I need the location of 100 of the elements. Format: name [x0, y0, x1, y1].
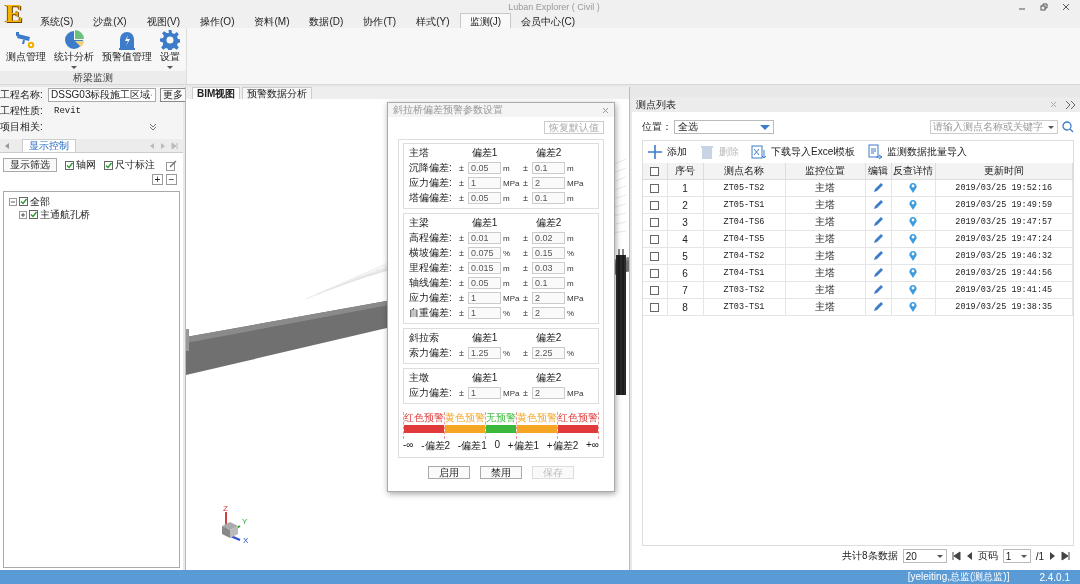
edit-icon[interactable]: [872, 233, 884, 246]
value-input[interactable]: 0.05: [468, 192, 501, 204]
checkbox[interactable]: [104, 160, 113, 170]
filter-button[interactable]: 显示筛选: [3, 158, 57, 172]
last-page-icon[interactable]: [1061, 551, 1070, 561]
menu-tab[interactable]: 会员中心(C): [511, 13, 586, 28]
splitter-handle[interactable]: [186, 329, 189, 351]
location-pin-icon[interactable]: [908, 250, 918, 263]
row-checkbox[interactable]: [650, 184, 660, 194]
location-pin-icon[interactable]: [908, 182, 918, 195]
first-page-icon[interactable]: [951, 551, 961, 561]
search-icon[interactable]: [1062, 121, 1074, 133]
menu-tab[interactable]: 样式(Y): [406, 13, 460, 28]
chevron-down-icon[interactable]: [149, 123, 157, 131]
edit-icon[interactable]: [872, 182, 884, 195]
value-input[interactable]: 1: [468, 177, 501, 189]
checkbox-label: 尺寸标注: [115, 158, 155, 172]
double-chevron-icon[interactable]: [1065, 99, 1076, 110]
location-pin-icon[interactable]: [908, 199, 918, 212]
menu-tab[interactable]: 操作(O): [190, 13, 245, 28]
edit-icon[interactable]: [872, 250, 884, 263]
value-input[interactable]: 0.1: [532, 162, 565, 174]
batch-import-action[interactable]: 监测数据批量导入: [867, 144, 968, 160]
select-all-checkbox[interactable]: [650, 167, 660, 177]
view-tab[interactable]: 预警数据分析: [242, 87, 313, 99]
ribbon-button[interactable]: 预警值管理: [100, 30, 154, 63]
panel-tab[interactable]: 显示控制: [22, 139, 76, 152]
tree-checkbox[interactable]: [19, 197, 28, 206]
value-input[interactable]: 1.25: [468, 347, 501, 359]
menu-tab[interactable]: 系统(S): [30, 13, 84, 28]
row-checkbox[interactable]: [650, 303, 660, 313]
value-input[interactable]: 2: [532, 387, 565, 399]
previous-page-icon[interactable]: [965, 551, 973, 561]
menu-tab[interactable]: 监测(J): [459, 13, 512, 28]
edit-icon[interactable]: [872, 284, 884, 297]
menu-tab[interactable]: 资料(M): [244, 13, 300, 28]
value-input[interactable]: 0.015: [468, 262, 501, 274]
row-checkbox[interactable]: [650, 252, 660, 262]
next-page-icon[interactable]: [1049, 551, 1056, 561]
close-icon[interactable]: [1062, 2, 1070, 11]
value-input[interactable]: 1: [468, 387, 501, 399]
menu-tab[interactable]: 视图(V): [136, 13, 191, 28]
unit-label: m: [502, 193, 511, 203]
value-input[interactable]: 2: [532, 292, 565, 304]
tree-item[interactable]: 全部: [30, 194, 50, 209]
more-button[interactable]: 更多: [160, 88, 186, 102]
value-input[interactable]: 2: [532, 307, 565, 319]
value-input[interactable]: 0.075: [468, 247, 501, 259]
view-tab[interactable]: BIM视图: [192, 87, 241, 99]
tree-checkbox[interactable]: [29, 210, 38, 219]
value-input[interactable]: 0.03: [532, 262, 565, 274]
unit-label: m: [566, 263, 575, 273]
project-select[interactable]: DSSG03标段施工区域: [48, 88, 156, 102]
page-size-select[interactable]: 20: [902, 549, 947, 563]
value-input[interactable]: 0.05: [468, 162, 501, 174]
dialog-button[interactable]: 禁用: [480, 466, 522, 479]
menu-tab[interactable]: 协作(T): [353, 13, 407, 28]
edit-icon[interactable]: [872, 301, 884, 314]
row-checkbox[interactable]: [650, 235, 660, 245]
value-input[interactable]: 0.01: [468, 232, 501, 244]
expand-toggle-icon[interactable]: [19, 210, 27, 219]
row-checkbox[interactable]: [650, 269, 660, 279]
value-input[interactable]: 1: [468, 307, 501, 319]
restore-icon[interactable]: [1040, 2, 1048, 11]
location-pin-icon[interactable]: [908, 267, 918, 280]
checkbox[interactable]: [65, 160, 74, 170]
scroll-left-icon[interactable]: [4, 141, 10, 150]
location-pin-icon[interactable]: [908, 233, 918, 246]
value-input[interactable]: 0.02: [532, 232, 565, 244]
expand-all-button[interactable]: +: [152, 174, 163, 185]
edit-icon[interactable]: [872, 199, 884, 212]
row-checkbox[interactable]: [650, 218, 660, 228]
value-input[interactable]: 2.25: [532, 347, 565, 359]
dialog-button[interactable]: 启用: [428, 466, 470, 479]
location-pin-icon[interactable]: [908, 301, 918, 314]
edit-icon[interactable]: [166, 159, 177, 171]
tree-item[interactable]: 主通航孔桥: [40, 207, 90, 222]
value-input[interactable]: 0.15: [532, 247, 565, 259]
edit-icon[interactable]: [872, 216, 884, 229]
location-select[interactable]: 全选: [674, 120, 774, 134]
download-template-action[interactable]: 下载导入Excel模板: [751, 144, 856, 160]
page-select[interactable]: 1: [1002, 549, 1031, 563]
value-input[interactable]: 2: [532, 177, 565, 189]
menu-tab[interactable]: 数据(D): [299, 13, 354, 28]
ribbon-button[interactable]: 统计分析: [52, 30, 96, 70]
row-checkbox[interactable]: [650, 201, 660, 211]
value-input[interactable]: 1: [468, 292, 501, 304]
collapse-toggle-icon[interactable]: [9, 197, 17, 206]
value-input[interactable]: 0.05: [468, 277, 501, 289]
menu-tab[interactable]: 沙盘(X): [83, 13, 137, 28]
row-checkbox[interactable]: [650, 286, 660, 296]
collapse-all-button[interactable]: −: [166, 174, 177, 185]
ribbon-button[interactable]: 设置: [158, 30, 182, 70]
edit-icon[interactable]: [872, 267, 884, 280]
add-action[interactable]: 添加: [647, 144, 687, 160]
value-input[interactable]: 0.1: [532, 277, 565, 289]
location-pin-icon[interactable]: [908, 216, 918, 229]
value-input[interactable]: 0.1: [532, 192, 565, 204]
ribbon-button[interactable]: 测点管理: [4, 30, 48, 63]
location-pin-icon[interactable]: [908, 284, 918, 297]
